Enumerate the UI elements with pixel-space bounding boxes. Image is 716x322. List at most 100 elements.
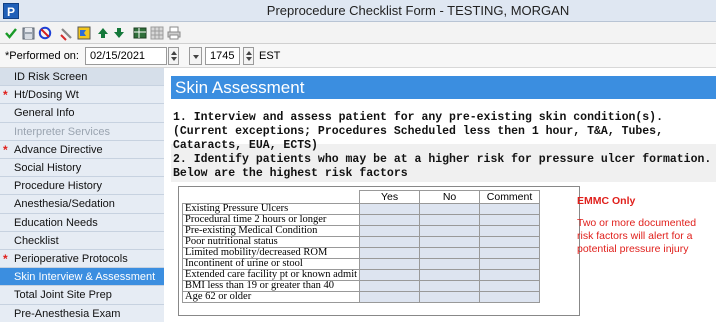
- sidebar-item[interactable]: Interpreter Services: [0, 122, 164, 141]
- sidebar-item-label: Skin Interview & Assessment: [14, 271, 156, 284]
- table-cell-no[interactable]: [419, 291, 481, 303]
- sidebar-item-label: Checklist: [14, 234, 59, 247]
- sidebar-item[interactable]: * Ht/Dosing Wt: [0, 86, 164, 105]
- save-icon[interactable]: [20, 25, 36, 41]
- table-cell-yes[interactable]: [359, 247, 421, 259]
- sidebar-item[interactable]: Checklist: [0, 231, 164, 250]
- risk-factor-label: Poor nutritional status: [181, 236, 361, 248]
- window-title: Preprocedure Checklist Form - TESTING, M…: [266, 3, 570, 18]
- sidebar-item[interactable]: Education Needs: [0, 213, 164, 232]
- required-marker: *: [3, 142, 8, 157]
- sidebar-item[interactable]: Social History: [0, 159, 164, 178]
- table-row: Limited mobility/decreased ROM: [181, 247, 541, 259]
- emmc-label: EMMC Only: [577, 195, 636, 207]
- sidebar-item[interactable]: Total Joint Site Prep: [0, 286, 164, 305]
- sidebar-item[interactable]: Anesthesia/Sedation: [0, 195, 164, 214]
- table-cell-yes[interactable]: [359, 291, 421, 303]
- table-header-blank: [182, 190, 361, 204]
- grid-icon[interactable]: [149, 25, 165, 41]
- performed-time-input[interactable]: [205, 47, 240, 65]
- table-column-header: Yes: [359, 190, 421, 204]
- table-cell-yes[interactable]: [359, 269, 421, 281]
- table-row: Incontinent of urine or stool: [181, 258, 541, 270]
- sidebar-item-label: Procedure History: [14, 180, 103, 193]
- risk-factor-label: Existing Pressure Ulcers: [181, 203, 361, 215]
- down-arrow-icon[interactable]: [111, 25, 127, 41]
- table-column-header: No: [419, 190, 481, 204]
- risk-factor-panel: Yes No Comment Existing Pressure Ulcers Proc…: [178, 186, 580, 316]
- risk-alert-note: Two or more documented risk factors will…: [577, 217, 697, 255]
- sidebar-item-label: Pre-Anesthesia Exam: [14, 307, 121, 320]
- table-cell-comment[interactable]: [479, 269, 541, 281]
- risk-factor-label: Incontinent of urine or stool: [181, 258, 361, 270]
- timezone-label: EST: [259, 50, 281, 62]
- time-spinner[interactable]: [243, 47, 254, 65]
- table-cell-no[interactable]: [419, 280, 481, 292]
- table-cell-yes[interactable]: [359, 203, 421, 215]
- table-cell-comment[interactable]: [479, 203, 541, 215]
- sidebar-item-label: Social History: [14, 162, 82, 174]
- main-content: Skin Assessment 1. Interview and assess …: [164, 68, 716, 322]
- check-icon[interactable]: [3, 25, 19, 41]
- title-bar: P Preprocedure Checklist Form - TESTING,…: [0, 0, 716, 22]
- sidebar-item[interactable]: ID Risk Screen: [0, 68, 164, 87]
- question-2-text: 2. Identify patients who may be at a hig…: [173, 153, 712, 180]
- sidebar-item-label: Advance Directive: [14, 143, 103, 156]
- table-cell-no[interactable]: [419, 225, 481, 237]
- cancel-icon[interactable]: [37, 25, 53, 41]
- table-cell-comment[interactable]: [479, 258, 541, 270]
- table-cell-no[interactable]: [419, 236, 481, 248]
- table-cell-comment[interactable]: [479, 236, 541, 248]
- sidebar-item-label: Interpreter Services: [14, 125, 110, 138]
- table-cell-yes[interactable]: [359, 225, 421, 237]
- sidebar-item[interactable]: * Perioperative Protocols: [0, 250, 164, 269]
- table-cell-yes[interactable]: [359, 280, 421, 292]
- sidebar-item-label: Education Needs: [14, 216, 98, 229]
- table-row: BMI less than 19 or greater than 40: [181, 280, 541, 292]
- table-row: Existing Pressure Ulcers: [181, 203, 541, 215]
- sidebar-item[interactable]: General Info: [0, 104, 164, 123]
- table-cell-yes[interactable]: [359, 214, 421, 226]
- risk-factor-label: Pre-existing Medical Condition: [181, 225, 361, 237]
- sidebar-item-label: Ht/Dosing Wt: [14, 89, 79, 102]
- risk-factor-table: Yes No Comment Existing Pressure Ulcers Proc…: [181, 190, 541, 303]
- risk-factor-label: Extended care facility pt or known admit: [181, 269, 361, 281]
- table-cell-comment[interactable]: [479, 247, 541, 259]
- print-icon[interactable]: [166, 25, 182, 41]
- sidebar-item[interactable]: Procedure History: [0, 177, 164, 196]
- risk-factor-label: Age 62 or older: [181, 291, 361, 303]
- risk-factor-label: BMI less than 19 or greater than 40: [181, 280, 361, 292]
- section-title: Skin Assessment: [171, 76, 716, 99]
- date-spinner[interactable]: [168, 47, 179, 65]
- table-cell-no[interactable]: [419, 203, 481, 215]
- table-cell-comment[interactable]: [479, 225, 541, 237]
- table-row: Age 62 or older: [181, 291, 541, 303]
- table-cell-comment[interactable]: [479, 291, 541, 303]
- flag-icon[interactable]: [76, 25, 92, 41]
- performed-label: *Performed on:: [5, 50, 79, 62]
- table-icon[interactable]: [132, 25, 148, 41]
- table-cell-yes[interactable]: [359, 236, 421, 248]
- table-cell-yes[interactable]: [359, 258, 421, 270]
- table-cell-no[interactable]: [419, 269, 481, 281]
- sidebar-item[interactable]: Pre-Anesthesia Exam: [0, 304, 164, 322]
- chevron-down-icon: [193, 55, 199, 59]
- risk-factor-label: Procedural time 2 hours or longer: [181, 214, 361, 226]
- performed-date-input[interactable]: [85, 47, 167, 65]
- tools-icon[interactable]: [58, 25, 74, 41]
- table-cell-comment[interactable]: [479, 214, 541, 226]
- table-cell-no[interactable]: [419, 247, 481, 259]
- table-row: Pre-existing Medical Condition: [181, 225, 541, 237]
- date-dropdown-button[interactable]: [189, 47, 202, 65]
- table-cell-no[interactable]: [419, 258, 481, 270]
- sidebar-item[interactable]: * Advance Directive: [0, 140, 164, 159]
- table-row: Extended care facility pt or known admit: [181, 269, 541, 281]
- up-arrow-icon[interactable]: [95, 25, 111, 41]
- performed-row: *Performed on: EST: [0, 44, 716, 68]
- sidebar-item-label: Perioperative Protocols: [14, 253, 128, 265]
- table-row: Procedural time 2 hours or longer: [181, 214, 541, 226]
- sidebar-item[interactable]: Skin Interview & Assessment: [0, 268, 164, 287]
- table-cell-comment[interactable]: [479, 280, 541, 292]
- table-cell-no[interactable]: [419, 214, 481, 226]
- question-1-text: 1. Interview and assess patient for any …: [173, 111, 663, 152]
